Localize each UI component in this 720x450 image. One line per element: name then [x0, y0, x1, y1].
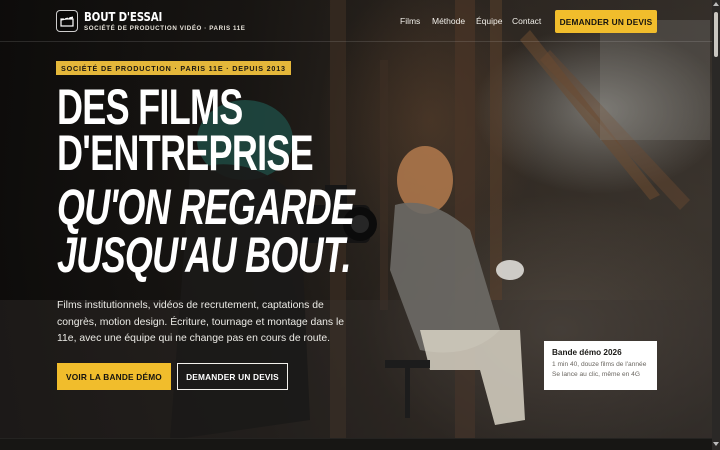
headline-line-4: JUSQU'AU BOUT. [57, 227, 352, 283]
headline-line-2: D'ENTREPRISE [57, 125, 314, 181]
brand-name[interactable]: BOUT D'ESSAI [84, 9, 162, 24]
headline-line-3: QU'ON REGARDE [57, 179, 355, 235]
brand-tagline: SOCIÉTÉ DE PRODUCTION VIDÉO · PARIS 11E [84, 25, 246, 32]
demo-reel-duration: 1 min 40, douze films de l'année [552, 361, 647, 368]
request-quote-header-button[interactable]: DEMANDER UN DEVIS [555, 10, 657, 33]
hero-description: Films institutionnels, vidéos de recrute… [57, 300, 345, 344]
demo-reel-card[interactable]: Bande démo 2026 1 min 40, douze films de… [544, 341, 657, 390]
site-header: BOUT D'ESSAI SOCIÉTÉ DE PRODUCTION VIDÉO… [0, 0, 712, 42]
nav-link-contact[interactable]: Contact [512, 16, 541, 26]
nav-link-films[interactable]: Films [400, 16, 420, 26]
demo-reel-note: Se lance au clic, même en 4G [552, 371, 640, 378]
scrollbar-thumb[interactable] [714, 12, 718, 57]
scroll-up-arrow-icon[interactable] [713, 2, 719, 6]
nav-link-methode[interactable]: Méthode [432, 16, 465, 26]
request-quote-hero-button[interactable]: DEMANDER UN DEVIS [177, 363, 288, 390]
nav-link-equipe[interactable]: Équipe [476, 16, 502, 26]
demo-reel-title: Bande démo 2026 [552, 348, 622, 357]
watch-demo-reel-button[interactable]: VOIR LA BANDE DÉMO [57, 363, 171, 390]
next-section-edge [0, 438, 712, 450]
logo-home-link[interactable] [56, 10, 78, 32]
hero-eyebrow-badge: SOCIÉTÉ DE PRODUCTION · PARIS 11E · DEPU… [56, 61, 291, 75]
clapperboard-icon [60, 16, 74, 27]
page-scrollbar[interactable] [712, 0, 720, 450]
scroll-down-arrow-icon[interactable] [713, 442, 719, 446]
headline-line-1: DES FILMS [57, 79, 243, 135]
